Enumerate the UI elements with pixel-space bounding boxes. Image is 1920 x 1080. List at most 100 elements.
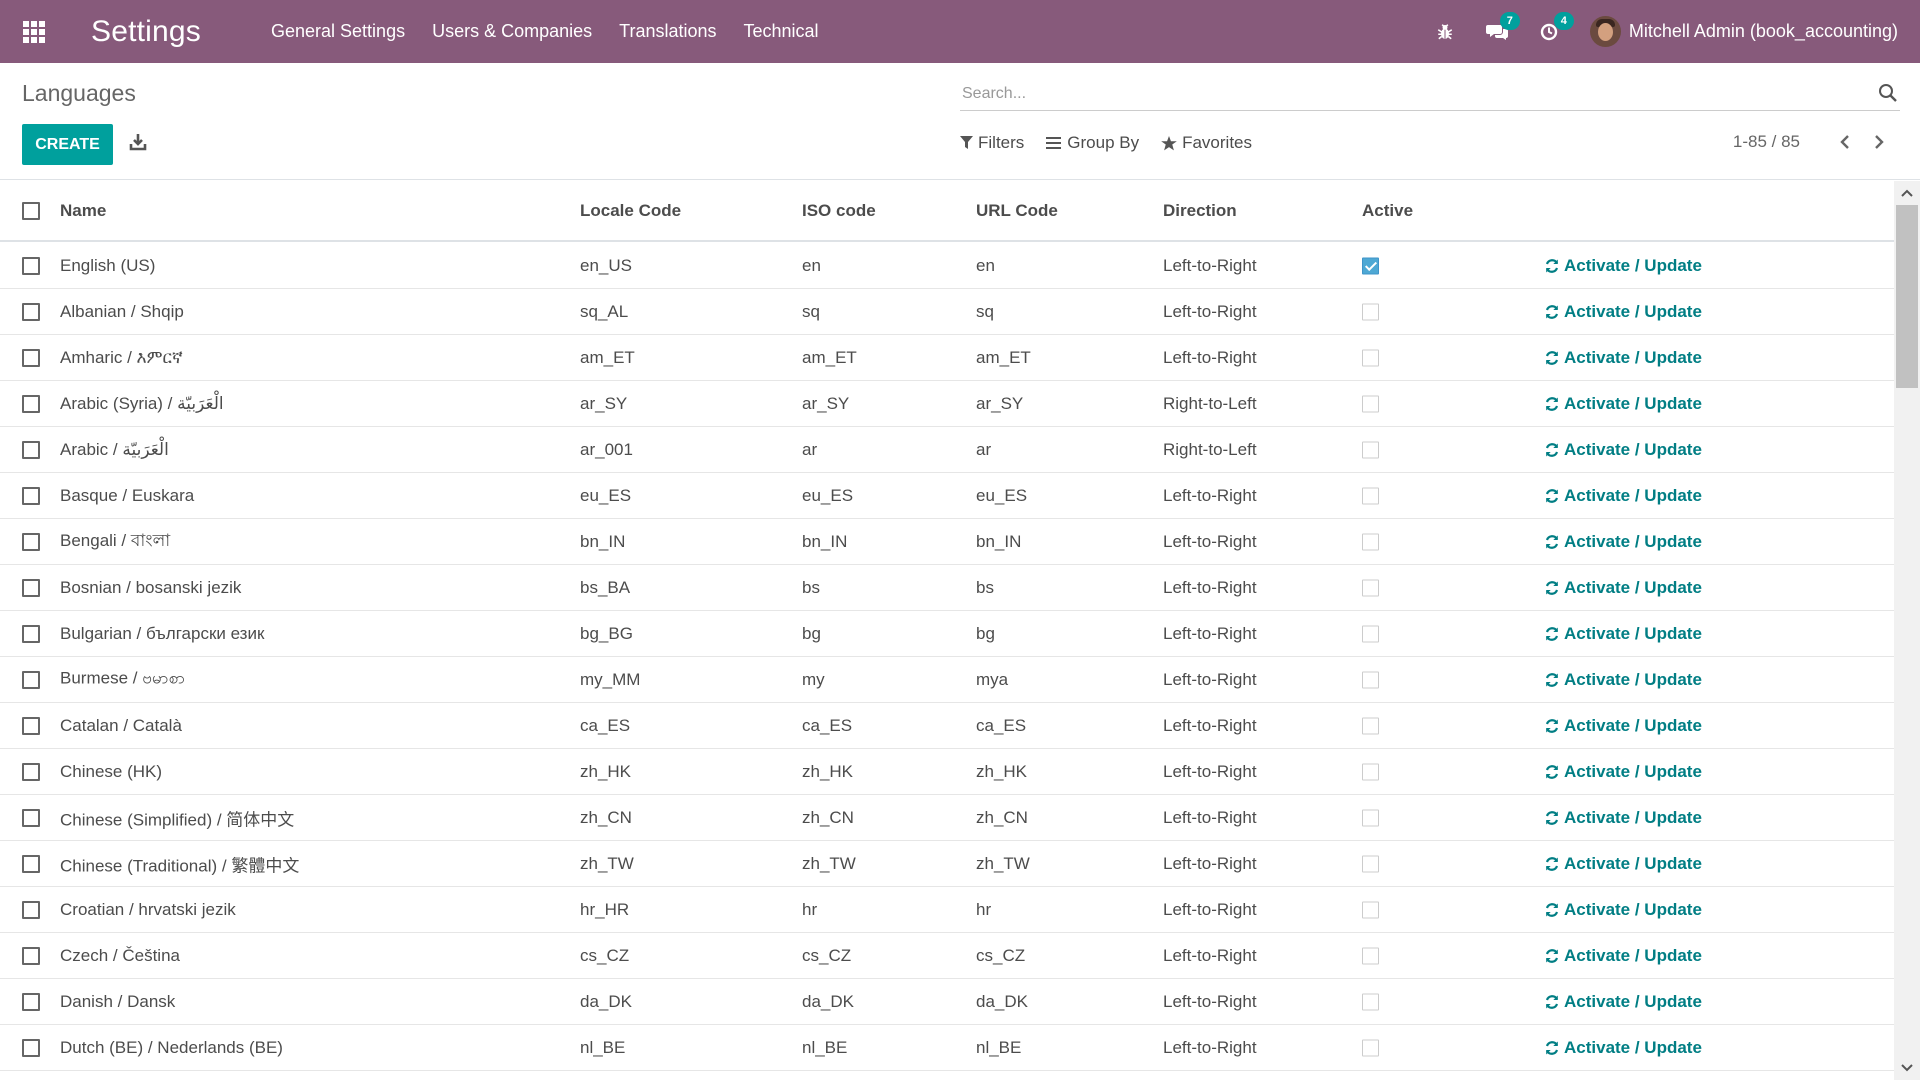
scroll-up-arrow-icon[interactable] xyxy=(1894,181,1920,205)
column-header-active[interactable]: Active xyxy=(1362,201,1413,221)
table-row[interactable]: Bulgarian / български език bg_BG bg bg Left-… xyxy=(0,611,1894,657)
apps-menu-icon[interactable] xyxy=(0,0,68,63)
group-by-button[interactable]: Group By xyxy=(1046,133,1139,153)
table-row[interactable]: Croatian / hrvatski jezik hr_HR hr hr Left-t… xyxy=(0,887,1894,933)
search-icon[interactable] xyxy=(1878,83,1900,105)
cell-url-code: da_DK xyxy=(976,991,1028,1011)
activate-update-button[interactable]: Activate / Update xyxy=(1544,624,1702,644)
activate-update-button[interactable]: Activate / Update xyxy=(1544,256,1702,276)
menu-general-settings[interactable]: General Settings xyxy=(271,21,405,42)
activate-update-button[interactable]: Activate / Update xyxy=(1544,900,1702,920)
activate-update-button[interactable]: Activate / Update xyxy=(1544,946,1702,966)
column-header-name[interactable]: Name xyxy=(60,201,106,221)
table-row[interactable]: Bosnian / bosanski jezik bs_BA bs bs Left-to… xyxy=(0,565,1894,611)
table-row[interactable]: Danish / Dansk da_DK da_DK da_DK Left-to-Rig… xyxy=(0,979,1894,1025)
activate-update-button[interactable]: Activate / Update xyxy=(1544,808,1702,828)
cell-url-code: sq xyxy=(976,301,994,321)
row-select-checkbox[interactable] xyxy=(22,854,40,873)
table-row[interactable]: Burmese / ဗမာစာ my_MM my mya Left-to-Right Ac… xyxy=(0,657,1894,703)
row-select-checkbox[interactable] xyxy=(22,302,40,321)
app-title[interactable]: Settings xyxy=(91,15,201,49)
select-all-checkbox[interactable] xyxy=(22,201,40,220)
row-select-checkbox[interactable] xyxy=(22,670,40,689)
messages-chat-icon[interactable]: 7 xyxy=(1485,11,1520,41)
pager-value[interactable]: 1-85 / 85 xyxy=(1733,132,1800,152)
row-select-checkbox[interactable] xyxy=(22,394,40,413)
table-row[interactable]: Catalan / Català ca_ES ca_ES ca_ES Left-to-R… xyxy=(0,703,1894,749)
row-select-checkbox[interactable] xyxy=(22,762,40,781)
filters-button[interactable]: Filters xyxy=(960,133,1024,153)
cell-locale-code: nl_BE xyxy=(580,1037,626,1057)
row-select-checkbox[interactable] xyxy=(22,900,40,919)
activate-update-label: Activate / Update xyxy=(1564,439,1702,459)
activate-update-button[interactable]: Activate / Update xyxy=(1544,532,1702,552)
table-row[interactable]: Chinese (Simplified) / 简体中文 zh_CN zh_CN zh_… xyxy=(0,795,1894,841)
activate-update-button[interactable]: Activate / Update xyxy=(1544,440,1702,460)
row-select-checkbox[interactable] xyxy=(22,486,40,505)
activate-update-button[interactable]: Activate / Update xyxy=(1544,486,1702,506)
row-select-checkbox[interactable] xyxy=(22,716,40,735)
row-select-checkbox[interactable] xyxy=(22,624,40,643)
activate-update-button[interactable]: Activate / Update xyxy=(1544,854,1702,874)
column-header-direction[interactable]: Direction xyxy=(1163,201,1237,221)
table-row[interactable]: Bengali / বাংলা bn_IN bn_IN bn_IN Left-to-Ri… xyxy=(0,519,1894,565)
create-button[interactable]: CREATE xyxy=(22,124,113,165)
column-header-locale-code[interactable]: Locale Code xyxy=(580,201,681,221)
download-icon[interactable] xyxy=(128,132,152,156)
cell-name: Chinese (Simplified) / 简体中文 xyxy=(60,810,295,829)
menu-users-companies[interactable]: Users & Companies xyxy=(432,21,592,42)
table-row[interactable]: Albanian / Shqip sq_AL sq sq Left-to-Right Ac… xyxy=(0,289,1894,335)
user-avatar xyxy=(1589,16,1621,47)
table-row[interactable]: English (US) en_US en en Left-to-Right Activa… xyxy=(0,243,1894,289)
activate-update-button[interactable]: Activate / Update xyxy=(1544,670,1702,690)
row-select-checkbox[interactable] xyxy=(22,256,40,275)
activate-update-button[interactable]: Activate / Update xyxy=(1544,716,1702,736)
table-row[interactable]: Basque / Euskara eu_ES eu_ES eu_ES Left-to-R… xyxy=(0,473,1894,519)
debug-bug-icon[interactable] xyxy=(1436,23,1454,41)
activate-update-button[interactable]: Activate / Update xyxy=(1544,992,1702,1012)
scrollbar-thumb[interactable] xyxy=(1896,205,1918,388)
pager-previous-icon[interactable] xyxy=(1834,131,1856,153)
table-row[interactable]: Czech / Čeština cs_CZ cs_CZ cs_CZ Left-to-Ri… xyxy=(0,933,1894,979)
cell-url-code: cs_CZ xyxy=(976,945,1026,965)
user-menu[interactable]: Mitchell Admin (book_accounting) xyxy=(1589,16,1898,47)
activate-update-button[interactable]: Activate / Update xyxy=(1544,302,1702,322)
search-input[interactable] xyxy=(960,84,1878,103)
activate-update-button[interactable]: Activate / Update xyxy=(1544,394,1702,414)
activate-update-button[interactable]: Activate / Update xyxy=(1544,1038,1702,1058)
row-select-checkbox[interactable] xyxy=(22,808,40,827)
activities-clock-icon[interactable]: 4 xyxy=(1540,11,1574,41)
refresh-icon xyxy=(1545,580,1559,595)
favorites-button[interactable]: Favorites xyxy=(1161,133,1252,153)
row-select-checkbox[interactable] xyxy=(22,1038,40,1057)
activate-update-label: Activate / Update xyxy=(1564,485,1702,505)
activate-update-button[interactable]: Activate / Update xyxy=(1544,762,1702,782)
table-row[interactable]: Amharic / እምርኛ am_ET am_ET am_ET Left-to-Rig… xyxy=(0,335,1894,381)
column-header-url-code[interactable]: URL Code xyxy=(976,201,1058,221)
table-row[interactable]: Chinese (HK) zh_HK zh_HK zh_HK Left-to-Right… xyxy=(0,749,1894,795)
refresh-icon xyxy=(1545,718,1559,733)
pager-next-icon[interactable] xyxy=(1868,131,1890,153)
scroll-down-arrow-icon[interactable] xyxy=(1894,1056,1920,1080)
table-row[interactable]: Chinese (Traditional) / 繁體中文 zh_TW zh_TW zh… xyxy=(0,841,1894,887)
table-row[interactable]: Arabic (Syria) / الْعَرَبيّة ar_SY ar_SY ar… xyxy=(0,381,1894,427)
activate-update-button[interactable]: Activate / Update xyxy=(1544,578,1702,598)
row-select-checkbox[interactable] xyxy=(22,348,40,367)
activate-update-button[interactable]: Activate / Update xyxy=(1544,348,1702,368)
cell-name: Bulgarian / български език xyxy=(60,623,265,643)
cell-direction: Left-to-Right xyxy=(1163,899,1257,919)
cell-locale-code: ar_SY xyxy=(580,393,628,413)
menu-translations[interactable]: Translations xyxy=(619,21,716,42)
table-row[interactable]: Dutch (BE) / Nederlands (BE) nl_BE nl_BE nl… xyxy=(0,1025,1894,1071)
group-by-bars-icon xyxy=(1046,137,1062,149)
row-select-checkbox[interactable] xyxy=(22,946,40,965)
column-header-iso-code[interactable]: ISO code xyxy=(802,201,876,221)
vertical-scrollbar[interactable] xyxy=(1894,181,1920,1080)
menu-technical[interactable]: Technical xyxy=(744,21,819,42)
table-row[interactable]: Arabic / الْعَرَبيّة ar_001 ar ar Right-to-L… xyxy=(0,427,1894,473)
row-select-checkbox[interactable] xyxy=(22,578,40,597)
cell-url-code: zh_CN xyxy=(976,807,1028,827)
row-select-checkbox[interactable] xyxy=(22,992,40,1011)
row-select-checkbox[interactable] xyxy=(22,532,40,551)
row-select-checkbox[interactable] xyxy=(22,440,40,459)
